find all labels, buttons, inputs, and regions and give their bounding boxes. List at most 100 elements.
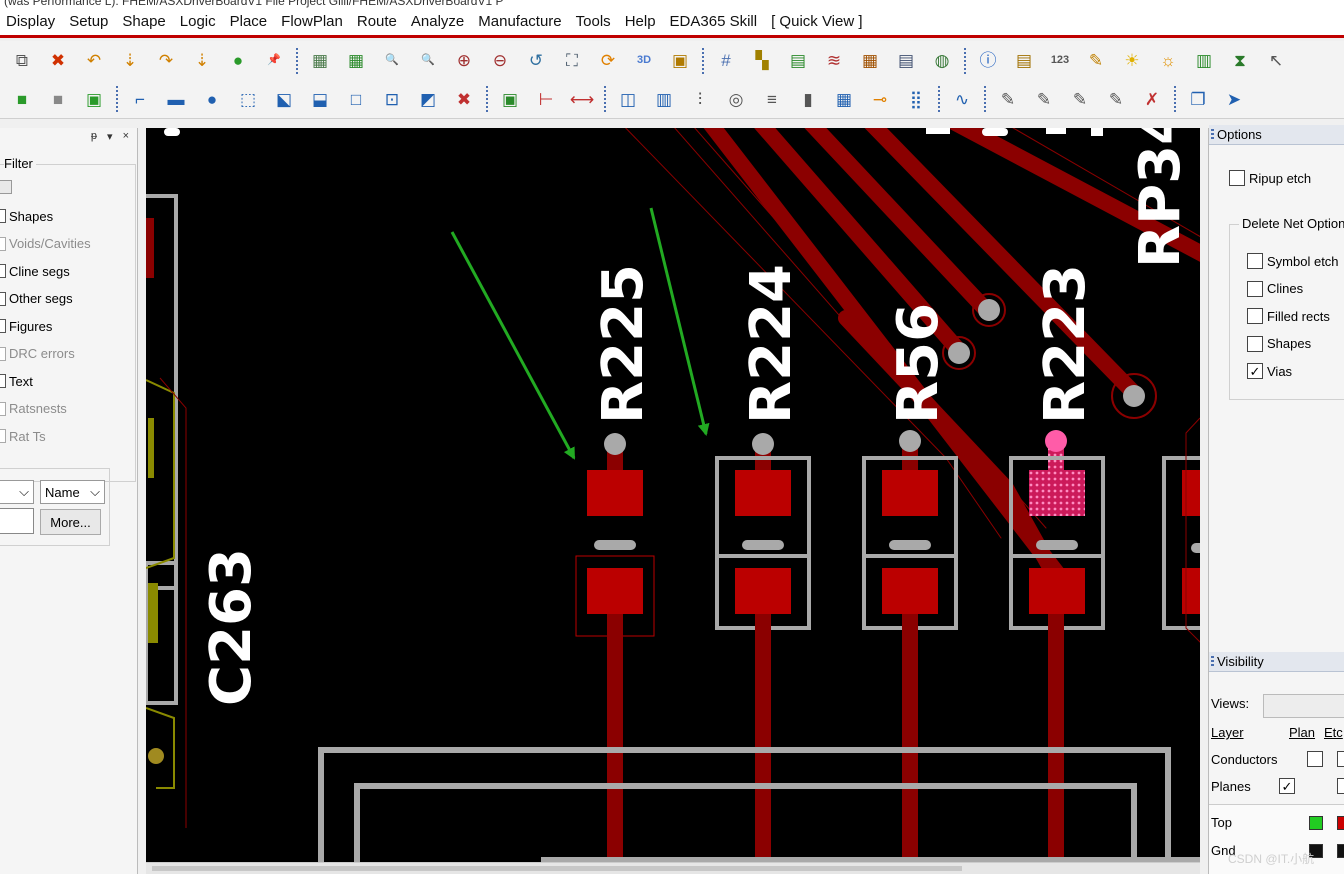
menu-help[interactable]: Help xyxy=(625,13,656,30)
window-icon[interactable]: ❐ xyxy=(1185,86,1211,112)
highlight-icon[interactable]: ☀ xyxy=(1119,48,1145,74)
camera-icon[interactable]: ◎ xyxy=(723,86,749,112)
r224-footprint[interactable] xyxy=(715,433,811,862)
zoom-in-icon[interactable]: ⊕ xyxy=(451,48,477,74)
artwork-icon[interactable]: ▦ xyxy=(831,86,857,112)
refdes-r225[interactable]: R225 xyxy=(591,264,656,424)
r225-footprint[interactable] xyxy=(575,433,655,862)
filter-all-checkbox[interactable] xyxy=(0,180,12,194)
redo-icon[interactable]: ↷ xyxy=(153,48,179,74)
grid-view-2-icon[interactable]: ▦ xyxy=(343,48,369,74)
option-clines-checkbox[interactable]: Clines xyxy=(1247,280,1303,297)
filter-voids-cavities[interactable]: Voids/Cavities xyxy=(0,234,91,254)
view-3d-icon[interactable]: 3D xyxy=(631,48,657,74)
more-button[interactable]: More... xyxy=(40,509,101,535)
testpoint-icon[interactable]: ⊸ xyxy=(867,86,893,112)
shape-edit-icon[interactable]: ◩ xyxy=(415,86,441,112)
r223-footprint[interactable] xyxy=(1009,430,1105,862)
plan-checkbox[interactable]: ✓ xyxy=(1279,778,1295,794)
bars-icon[interactable]: ▥ xyxy=(1191,48,1217,74)
menu-manufacture[interactable]: Manufacture xyxy=(478,13,561,30)
arrow-icon[interactable]: ➤ xyxy=(1221,86,1247,112)
find-by-name-input[interactable] xyxy=(0,508,34,534)
select-shape-icon[interactable]: ⬚ xyxy=(235,86,261,112)
comment-icon[interactable]: ● xyxy=(225,48,251,74)
dfa-icon[interactable]: ▤ xyxy=(893,48,919,74)
close-panel-icon[interactable]: × xyxy=(123,130,129,142)
layer-gray-icon[interactable]: ■ xyxy=(45,86,71,112)
menu-display[interactable]: Display xyxy=(6,13,55,30)
zoom-area-icon[interactable]: 🔍 xyxy=(379,48,405,74)
menu-setup[interactable]: Setup xyxy=(69,13,108,30)
c263-footprint[interactable] xyxy=(146,194,187,828)
matrix-icon[interactable]: ⣿ xyxy=(903,86,929,112)
rename-refdes-icon[interactable]: ≡ xyxy=(759,86,785,112)
delete-icon[interactable]: ✖ xyxy=(45,48,71,74)
filter-drc-errors[interactable]: DRC errors xyxy=(0,344,75,364)
layer-top-icon[interactable]: ■ xyxy=(9,86,35,112)
pin-icon[interactable]: 📌 xyxy=(261,48,287,74)
place-icon[interactable]: ▣ xyxy=(497,86,523,112)
layer-color-swatch[interactable] xyxy=(1337,844,1344,858)
filter-other-segs[interactable]: Other segs xyxy=(0,289,73,309)
grid-toggle-icon[interactable]: # xyxy=(713,48,739,74)
pin-panel-icon[interactable]: ᵽ xyxy=(91,130,97,142)
menu-shape[interactable]: Shape xyxy=(122,13,165,30)
constraint-manager-icon[interactable]: ▦ xyxy=(857,48,883,74)
filter-figures[interactable]: Figures xyxy=(0,316,52,336)
refdes-r224[interactable]: R224 xyxy=(739,264,804,424)
menu-route[interactable]: Route xyxy=(357,13,397,30)
layer-color-swatch[interactable] xyxy=(1309,816,1323,830)
copy-icon[interactable]: ⧉ xyxy=(9,48,35,74)
hourglass-icon[interactable]: ⧗ xyxy=(1227,48,1253,74)
filter-shapes[interactable]: Shapes xyxy=(0,206,53,226)
component-icon[interactable]: ▥ xyxy=(651,86,677,112)
shape-add-notch-icon[interactable]: ⬓ xyxy=(307,86,333,112)
doc-add-icon[interactable]: ✎ xyxy=(1031,86,1057,112)
layer-header[interactable]: Layer xyxy=(1211,725,1244,740)
filter-ratsnests[interactable]: Ratsnests xyxy=(0,399,67,419)
info-icon[interactable]: ⓘ xyxy=(975,48,1001,74)
r56-footprint[interactable] xyxy=(862,430,958,862)
ripup-etch-checkbox[interactable]: Ripup etch xyxy=(1229,170,1311,186)
dimension-2-icon[interactable]: ⟷ xyxy=(569,86,595,112)
layer-color-swatch[interactable] xyxy=(1337,816,1344,830)
refdes-rp34[interactable]: RP34 xyxy=(1128,128,1193,268)
paintbrush-icon[interactable]: ✎ xyxy=(1083,48,1109,74)
redo-list-icon[interactable]: ⇣ xyxy=(189,48,215,74)
menu-flowplan[interactable]: FlowPlan xyxy=(281,13,343,30)
refdes-c263[interactable]: C263 xyxy=(199,548,264,706)
grid-view-icon[interactable]: ▦ xyxy=(307,48,333,74)
pin-swap-icon[interactable]: ⫶ xyxy=(687,86,713,112)
filter-cline-segs[interactable]: Cline segs xyxy=(0,261,70,281)
doc-check-icon[interactable]: ✎ xyxy=(1103,86,1129,112)
filter-text[interactable]: Text xyxy=(0,371,33,391)
menu-place[interactable]: Place xyxy=(230,13,268,30)
find-by-name-select[interactable]: Name ⌵ xyxy=(40,480,105,504)
color-palette-icon[interactable]: ▚ xyxy=(749,48,775,74)
menu-eda365-skill[interactable]: EDA365 Skill xyxy=(670,13,758,30)
dehighlight-icon[interactable]: ☼ xyxy=(1155,48,1181,74)
layer-stack-icon[interactable]: ▤ xyxy=(785,48,811,74)
flip-board-icon[interactable]: ▣ xyxy=(667,48,693,74)
undo-list-icon[interactable]: ⇣ xyxy=(117,48,143,74)
dimension-icon[interactable]: ⊢ xyxy=(533,86,559,112)
zoom-fit-icon[interactable]: 🔍 xyxy=(415,48,441,74)
flag-icon[interactable]: ▮ xyxy=(795,86,821,112)
plan-header[interactable]: Plan xyxy=(1289,725,1315,740)
visibility-tab[interactable]: Visibility xyxy=(1209,652,1344,672)
cursor-icon[interactable]: ↖ xyxy=(1263,48,1289,74)
zoom-previous-icon[interactable]: ↺ xyxy=(523,48,549,74)
menu-logic[interactable]: Logic xyxy=(180,13,216,30)
menu-quick-view[interactable]: [ Quick View ] xyxy=(771,13,862,30)
menu-analyze[interactable]: Analyze xyxy=(411,13,464,30)
option-filled-rects-checkbox[interactable]: Filled rects xyxy=(1247,308,1330,324)
menu-tools[interactable]: Tools xyxy=(576,13,611,30)
shape-void-circle-icon[interactable]: ⊡ xyxy=(379,86,405,112)
etch-checkbox[interactable] xyxy=(1337,778,1344,794)
etch-header[interactable]: Etc xyxy=(1324,725,1343,740)
views-select[interactable] xyxy=(1263,694,1344,718)
filter-rat-ts[interactable]: Rat Ts xyxy=(0,426,46,446)
doc-edit-icon[interactable]: ✎ xyxy=(995,86,1021,112)
undo-icon[interactable]: ↶ xyxy=(81,48,107,74)
